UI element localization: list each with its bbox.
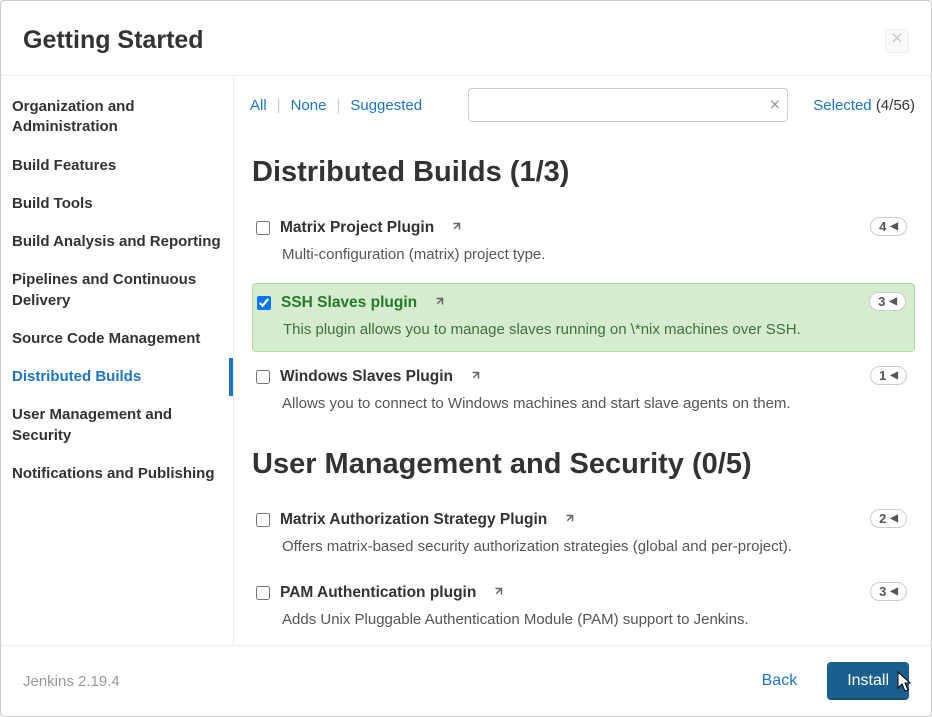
plugin-checkbox[interactable] [256,221,270,235]
search-wrapper: × [468,88,788,122]
sidebar-item-build-tools[interactable]: Build Tools [1,185,233,223]
plugin-checkbox[interactable] [256,370,270,384]
main-panel: All | None | Suggested × Selected (4/56)… [233,76,931,645]
plugin-list[interactable]: Distributed Builds (1/3) Matrix Project P… [234,134,931,645]
sidebar-item-user-management-and-security[interactable]: User Management and Security [1,396,233,455]
filter-none-link[interactable]: None [291,97,327,114]
plugin-item[interactable]: Windows Slaves Plugin Allows you to conne… [252,358,915,426]
plugin-name: SSH Slaves plugin [281,294,417,312]
sidebar-item-build-analysis-and-reporting[interactable]: Build Analysis and Reporting [1,223,233,261]
dependency-badge[interactable]: 2 ◀ [870,509,907,528]
sidebar-item-notifications-and-publishing[interactable]: Notifications and Publishing [1,455,233,493]
modal-body: Organization and AdministrationBuild Fea… [1,75,931,645]
toolbar: All | None | Suggested × Selected (4/56) [234,76,931,134]
page-title: Getting Started [23,26,204,55]
jenkins-version: Jenkins 2.19.4 [23,673,120,690]
filter-all-link[interactable]: All [250,97,267,114]
sidebar-item-distributed-builds[interactable]: Distributed Builds [1,358,233,396]
chevron-left-icon: ◀ [889,296,897,307]
external-link-icon[interactable] [562,514,574,526]
plugin-description: Multi-configuration (matrix) project typ… [282,245,907,265]
install-button[interactable]: Install [827,662,909,700]
plugin-name: Windows Slaves Plugin [280,368,453,386]
close-button[interactable]: × [885,29,909,53]
search-clear-icon[interactable]: × [770,95,781,116]
sidebar: Organization and AdministrationBuild Fea… [1,76,233,645]
sidebar-item-source-code-management[interactable]: Source Code Management [1,320,233,358]
chevron-left-icon: ◀ [890,586,898,597]
modal-header: Getting Started × [1,1,931,75]
external-link-icon[interactable] [468,371,480,383]
plugin-checkbox[interactable] [256,513,270,527]
search-input[interactable] [468,88,788,122]
plugin-checkbox[interactable] [257,296,271,310]
plugin-name: Matrix Authorization Strategy Plugin [280,511,547,529]
plugin-item[interactable]: Matrix Authorization Strategy Plugin Offe… [252,501,915,569]
chevron-left-icon: ◀ [890,221,898,232]
chevron-left-icon: ◀ [890,513,898,524]
plugin-description: Adds Unix Pluggable Authentication Modul… [282,610,907,630]
external-link-icon[interactable] [432,297,444,309]
filter-suggested-link[interactable]: Suggested [350,97,422,114]
section-heading: Distributed Builds (1/3) [252,156,915,189]
plugin-checkbox[interactable] [256,586,270,600]
selected-link[interactable]: Selected [813,97,871,114]
selected-count: Selected (4/56) [813,97,915,114]
selected-count-value: (4/56) [876,97,915,114]
external-link-icon[interactable] [449,222,461,234]
plugin-item[interactable]: SSH Slaves plugin This plugin allows you … [252,283,915,353]
chevron-left-icon: ◀ [890,370,898,381]
plugin-description: This plugin allows you to manage slaves … [283,320,906,340]
dependency-badge[interactable]: 3 ◀ [869,292,906,311]
plugin-description: Allows you to connect to Windows machine… [282,394,907,414]
plugin-item[interactable]: PAM Authentication plugin Adds Unix Plugg… [252,574,915,642]
section-heading: User Management and Security (0/5) [252,448,915,481]
plugin-name: Matrix Project Plugin [280,219,434,237]
sidebar-item-pipelines-and-continuous-delivery[interactable]: Pipelines and Continuous Delivery [1,261,233,320]
modal-footer: Jenkins 2.19.4 Back Install [1,645,931,716]
sidebar-item-build-features[interactable]: Build Features [1,147,233,185]
dependency-badge[interactable]: 4 ◀ [870,217,907,236]
plugin-item[interactable]: Matrix Project Plugin Multi-configuration… [252,209,915,277]
setup-wizard-modal: Getting Started × Organization and Admin… [0,0,932,717]
dependency-badge[interactable]: 1 ◀ [870,366,907,385]
plugin-description: Offers matrix-based security authorizati… [282,537,907,557]
back-button[interactable]: Back [742,662,818,700]
sidebar-item-organization-and-administration[interactable]: Organization and Administration [1,88,233,147]
plugin-name: PAM Authentication plugin [280,584,476,602]
external-link-icon[interactable] [491,587,503,599]
dependency-badge[interactable]: 3 ◀ [870,582,907,601]
